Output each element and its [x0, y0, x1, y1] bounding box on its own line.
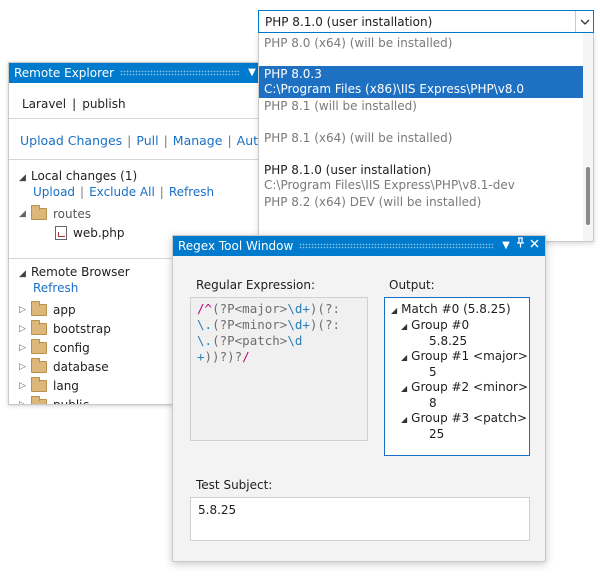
chevron-down-icon: [580, 19, 589, 25]
folder-name: public: [53, 397, 90, 405]
folder-name: lang: [53, 378, 79, 393]
expand-right-icon[interactable]: ▷: [19, 324, 31, 334]
folder-icon: [31, 338, 47, 354]
expand-down-icon: ◢: [19, 208, 26, 219]
explorer-actions: Upload Changes | Pull | Manage | Auto: [20, 133, 264, 148]
manage-link[interactable]: Manage: [173, 133, 223, 148]
connection-profile[interactable]: publish: [82, 97, 125, 111]
window-menu-chevron-icon[interactable]: ▼: [499, 236, 513, 256]
test-subject-input[interactable]: 5.8.25: [190, 497, 530, 541]
regex-window-titlebar[interactable]: Regex Tool Window ▼: [173, 236, 545, 256]
folder-name: routes: [53, 206, 91, 221]
folder-icon: [31, 357, 47, 373]
upload-link[interactable]: Upload: [33, 185, 75, 199]
output-group[interactable]: ◢ Group #3 <patch>: [391, 411, 529, 427]
regex-window-title: Regex Tool Window: [178, 239, 294, 253]
local-changes-heading: Local changes (1): [31, 169, 138, 183]
remote-browser-header[interactable]: ◢ Remote Browser: [19, 265, 130, 279]
php-option-selected[interactable]: PHP 8.0.3 C:\Program Files (x86)\IIS Exp…: [259, 66, 583, 98]
expand-down-icon: ◢: [19, 173, 26, 183]
folder-icon: [31, 300, 47, 316]
regex-input[interactable]: /^(?P<major>\d+)(?: \.(?P<minor>\d+)(?: …: [190, 297, 368, 441]
tree-item-web-php[interactable]: web.php: [55, 223, 124, 242]
folder-icon: [31, 204, 47, 220]
close-icon-glyph: [530, 239, 538, 248]
php-version-current: PHP 8.1.0 (user installation): [265, 14, 433, 29]
expand-down-icon: ◢: [19, 269, 26, 279]
close-icon[interactable]: [527, 236, 541, 256]
output-group-value: 5: [429, 365, 437, 379]
expand-down-icon: ◢: [401, 415, 408, 424]
php-option[interactable]: PHP 8.1.0 (user installation) C:\Program…: [259, 163, 583, 193]
pull-link[interactable]: Pull: [136, 133, 158, 148]
folder-name: database: [53, 359, 109, 374]
local-changes-header[interactable]: ◢ Local changes (1): [19, 169, 137, 183]
php-version-select[interactable]: PHP 8.1.0 (user installation): [258, 10, 594, 33]
test-subject-value: 5.8.25: [198, 503, 237, 517]
php-file-icon: [55, 225, 67, 240]
folder-icon: [31, 395, 47, 404]
local-changes-actions: Upload | Exclude All | Refresh: [33, 185, 215, 199]
remote-explorer-titlebar[interactable]: Remote Explorer ▼: [9, 63, 263, 83]
list-scrollbar-thumb[interactable]: [586, 167, 590, 225]
output-label: Output:: [389, 278, 435, 292]
window-menu-chevron-icon[interactable]: ▼: [245, 63, 259, 83]
divider: [9, 118, 263, 119]
expand-down-icon: ◢: [401, 322, 408, 331]
expand-right-icon[interactable]: ▷: [19, 362, 31, 372]
dropdown-button[interactable]: [575, 11, 593, 32]
folder-name: app: [53, 302, 76, 317]
php-option[interactable]: PHP 8.2 (x64) DEV (will be installed): [259, 195, 583, 210]
expand-right-icon[interactable]: ▷: [19, 400, 31, 405]
output-group[interactable]: ◢ Group #1 <major>: [391, 349, 529, 365]
remote-explorer-title: Remote Explorer: [14, 66, 115, 80]
connection-breadcrumb: Laravel | publish: [22, 97, 126, 111]
output-tree[interactable]: ◢ Match #0 (5.8.25) ◢ Group #0 5.8.25 ◢ Gro…: [384, 297, 530, 456]
folder-name: config: [53, 340, 90, 355]
php-option[interactable]: PHP 8.0 (x64) (will be installed): [259, 36, 583, 51]
output-match[interactable]: ◢ Match #0 (5.8.25): [391, 302, 529, 318]
pin-icon-glyph: [516, 237, 524, 248]
titlebar-grip[interactable]: [299, 243, 493, 249]
expand-right-icon[interactable]: ▷: [19, 381, 31, 391]
output-group[interactable]: ◢ Group #0: [391, 318, 529, 334]
test-subject-label: Test Subject:: [196, 478, 273, 492]
file-name: web.php: [73, 225, 125, 240]
refresh-link[interactable]: Refresh: [169, 185, 214, 199]
regex-tool-window: Regex Tool Window ▼ Regular Expression: …: [172, 235, 546, 562]
divider: [9, 159, 263, 160]
remote-browser-actions: Refresh: [33, 281, 78, 295]
folder-icon: [31, 376, 47, 392]
tree-item-public[interactable]: ▷ public: [19, 395, 90, 405]
remote-browser-heading: Remote Browser: [31, 265, 130, 279]
upload-changes-link[interactable]: Upload Changes: [20, 133, 122, 148]
php-option[interactable]: PHP 8.1 (will be installed): [259, 99, 583, 114]
remote-refresh-link[interactable]: Refresh: [33, 281, 78, 295]
tree-item-bootstrap[interactable]: ▷ bootstrap: [19, 319, 111, 338]
folder-icon: [31, 319, 47, 335]
expand-right-icon[interactable]: ▷: [19, 305, 31, 315]
folder-name: bootstrap: [53, 321, 111, 336]
connection-project[interactable]: Laravel: [22, 97, 66, 111]
output-group[interactable]: ◢ Group #2 <minor>: [391, 380, 529, 396]
expand-right-icon[interactable]: ▷: [19, 343, 31, 353]
output-group-value: 25: [429, 427, 445, 441]
connection-separator: |: [72, 97, 77, 111]
regex-label: Regular Expression:: [196, 278, 316, 292]
tree-item-config[interactable]: ▷ config: [19, 338, 90, 357]
output-group-value: 5.8.25: [429, 334, 468, 348]
tree-item-app[interactable]: ▷ app: [19, 300, 76, 319]
expand-down-icon: ◢: [401, 384, 408, 393]
exclude-all-link[interactable]: Exclude All: [89, 185, 155, 199]
tree-item-database[interactable]: ▷ database: [19, 357, 109, 376]
pin-icon[interactable]: [513, 236, 527, 256]
php-version-list: PHP 8.0 (x64) (will be installed) PHP 8.…: [258, 33, 594, 242]
output-group-value: 8: [429, 396, 437, 410]
tree-item-lang[interactable]: ▷ lang: [19, 376, 79, 395]
titlebar-grip[interactable]: [120, 70, 239, 76]
php-option[interactable]: PHP 8.1 (x64) (will be installed): [259, 131, 583, 146]
expand-down-icon: ◢: [401, 353, 408, 362]
expand-down-icon: ◢: [391, 306, 398, 315]
tree-item-routes[interactable]: ◢ routes: [19, 204, 91, 223]
